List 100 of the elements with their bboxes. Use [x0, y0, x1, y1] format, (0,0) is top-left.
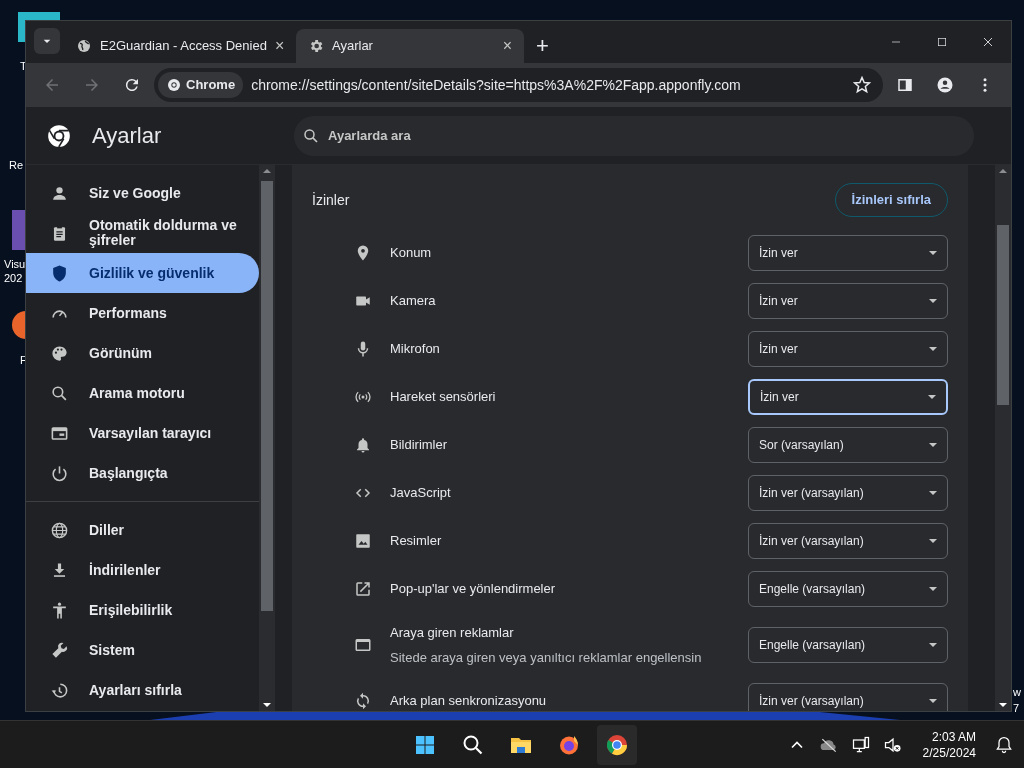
permission-label: Araya giren reklamlar: [390, 623, 515, 642]
chrome-icon: [166, 77, 182, 93]
accessibility-icon: [50, 600, 69, 620]
tab-close-button[interactable]: ×: [502, 38, 512, 54]
forward-icon[interactable]: [83, 76, 101, 94]
permission-label: Hareket sensörleri: [390, 388, 497, 407]
shield-icon: [50, 263, 69, 283]
permission-dropdown[interactable]: Engelle (varsayılan): [748, 627, 948, 663]
chip-label: Chrome: [186, 76, 236, 95]
search-icon[interactable]: [461, 733, 485, 757]
permission-dropdown[interactable]: İzin ver: [748, 283, 948, 319]
sidebar-item[interactable]: Performans: [26, 293, 259, 333]
bell-icon[interactable]: [994, 735, 1014, 755]
network-monitor-icon[interactable]: [850, 735, 871, 755]
bell-icon: [354, 436, 372, 454]
sidebar-item[interactable]: Otomatik doldurma ve şifreler: [26, 213, 259, 253]
sidebar-item[interactable]: Varsayılan tarayıcı: [26, 413, 259, 453]
dropdown-caret-icon: [929, 587, 937, 591]
dropdown-caret-icon: [929, 539, 937, 543]
scroll-up-arrow[interactable]: [263, 169, 271, 173]
open-external-icon: [354, 580, 372, 598]
address-bar[interactable]: Chrome chrome://settings/content/siteDetails?site=https%3A%2F%2Fapp.apponfly.com: [154, 68, 883, 102]
gear-icon: [308, 38, 324, 54]
section-heading: İzinler: [312, 190, 350, 210]
permission-label: Resimler: [390, 532, 443, 551]
search-icon: [50, 383, 69, 403]
sidebar-item[interactable]: Erişilebilirlik: [26, 590, 259, 630]
dropdown-caret-icon: [929, 251, 937, 255]
sidebar-item[interactable]: Gizlilik ve güvenlik: [26, 253, 259, 293]
permission-label: Pop-up'lar ve yönlendirmeler: [390, 580, 557, 599]
sync-icon: [354, 692, 372, 710]
reload-icon[interactable]: [123, 76, 141, 94]
permission-label: Bildirimler: [390, 436, 449, 455]
dropdown-caret-icon: [929, 643, 937, 647]
dropdown-caret-icon: [929, 699, 937, 703]
desktop-icon-label: 7: [1013, 701, 1020, 716]
chrome-logo-icon[interactable]: [605, 733, 629, 757]
permission-dropdown[interactable]: Sor (varsayılan): [748, 427, 948, 463]
permission-label: Kamera: [390, 292, 437, 311]
globe-icon: [50, 520, 69, 540]
windows-logo-icon[interactable]: [413, 733, 437, 757]
scrollbar-thumb[interactable]: [997, 225, 1009, 405]
search-icon: [302, 126, 320, 145]
scroll-down-arrow[interactable]: [999, 703, 1007, 707]
sidebar-item[interactable]: Diller: [26, 510, 259, 550]
image-icon: [354, 532, 372, 550]
desktop-icon-label: w: [1013, 685, 1021, 700]
dropdown-caret-icon: [928, 395, 936, 399]
permission-dropdown[interactable]: İzin ver (varsayılan): [748, 475, 948, 511]
sidebar-item[interactable]: Görünüm: [26, 333, 259, 373]
sidebar-item[interactable]: Arama motoru: [26, 373, 259, 413]
search-field[interactable]: Ayarlarda ara: [294, 115, 974, 156]
profile-icon[interactable]: [936, 76, 954, 94]
permission-label: Arka plan senkronizasyonu: [390, 692, 548, 711]
dropdown-caret-icon: [929, 299, 937, 303]
site-chip[interactable]: Chrome: [158, 72, 244, 98]
speaker-muted-icon[interactable]: [882, 735, 903, 755]
history-icon: [50, 680, 69, 700]
star-icon[interactable]: [853, 76, 871, 94]
scrollbar-thumb[interactable]: [261, 181, 273, 611]
sidebar-item[interactable]: Siz ve Google: [26, 173, 259, 213]
permission-label: JavaScript: [390, 484, 452, 503]
scroll-down-arrow[interactable]: [263, 703, 271, 707]
sidebar-item[interactable]: Ayarları sıfırla: [26, 670, 259, 710]
scroll-up-arrow[interactable]: [999, 169, 1007, 173]
browser-window-icon: [354, 636, 372, 654]
taskbar-clock[interactable]: 2:03 AM 2/25/2024: [922, 729, 976, 761]
dropdown-caret-icon: [929, 491, 937, 495]
dropdown-caret-icon: [929, 347, 937, 351]
url-text: chrome://settings/content/siteDetails?site=https%3A%2F%2Fapp.apponfly.com: [251, 75, 742, 95]
sidebar-item[interactable]: Başlangıçta: [26, 453, 259, 493]
palette-icon: [50, 343, 69, 363]
tab-title: E2Guardian - Access Denied: [100, 37, 267, 56]
sidebar-item[interactable]: Sistem: [26, 630, 259, 670]
wrench-icon: [50, 640, 69, 660]
chrome-logo-icon: [46, 122, 72, 149]
tab-search-button[interactable]: [34, 28, 60, 54]
globe-icon: [76, 38, 92, 54]
permission-dropdown[interactable]: İzin ver: [748, 235, 948, 271]
tab-close-button[interactable]: ×: [274, 38, 285, 54]
permission-dropdown[interactable]: İzin ver (varsayılan): [748, 683, 948, 711]
browser-tab[interactable]: Ayarlar ×: [296, 29, 524, 63]
tab-title: Ayarlar: [332, 37, 374, 56]
permission-dropdown[interactable]: İzin ver (varsayılan): [748, 523, 948, 559]
permission-dropdown[interactable]: İzin ver: [748, 379, 948, 415]
desktop-icon-label: 202: [4, 271, 23, 286]
new-tab-button[interactable]: +: [536, 35, 549, 57]
settings-title: Ayarlar: [92, 122, 162, 150]
browser-tab[interactable]: E2Guardian - Access Denied ×: [64, 29, 292, 63]
desktop-icon-label: Re: [9, 158, 24, 173]
dropdown-caret-icon: [929, 443, 937, 447]
side-panel-icon[interactable]: [896, 76, 914, 94]
permission-dropdown[interactable]: İzin ver: [748, 331, 948, 367]
sidebar-item[interactable]: İndirilenler: [26, 550, 259, 590]
permission-dropdown[interactable]: Engelle (varsayılan): [748, 571, 948, 607]
permission-description: Sitede araya giren veya yanıltıcı reklamlar engellensin: [390, 649, 703, 667]
permission-label: Mikrofon: [390, 340, 441, 359]
power-icon: [50, 463, 69, 483]
desktop-icon-label: Visu: [4, 257, 26, 272]
permission-label: Konum: [390, 244, 433, 263]
